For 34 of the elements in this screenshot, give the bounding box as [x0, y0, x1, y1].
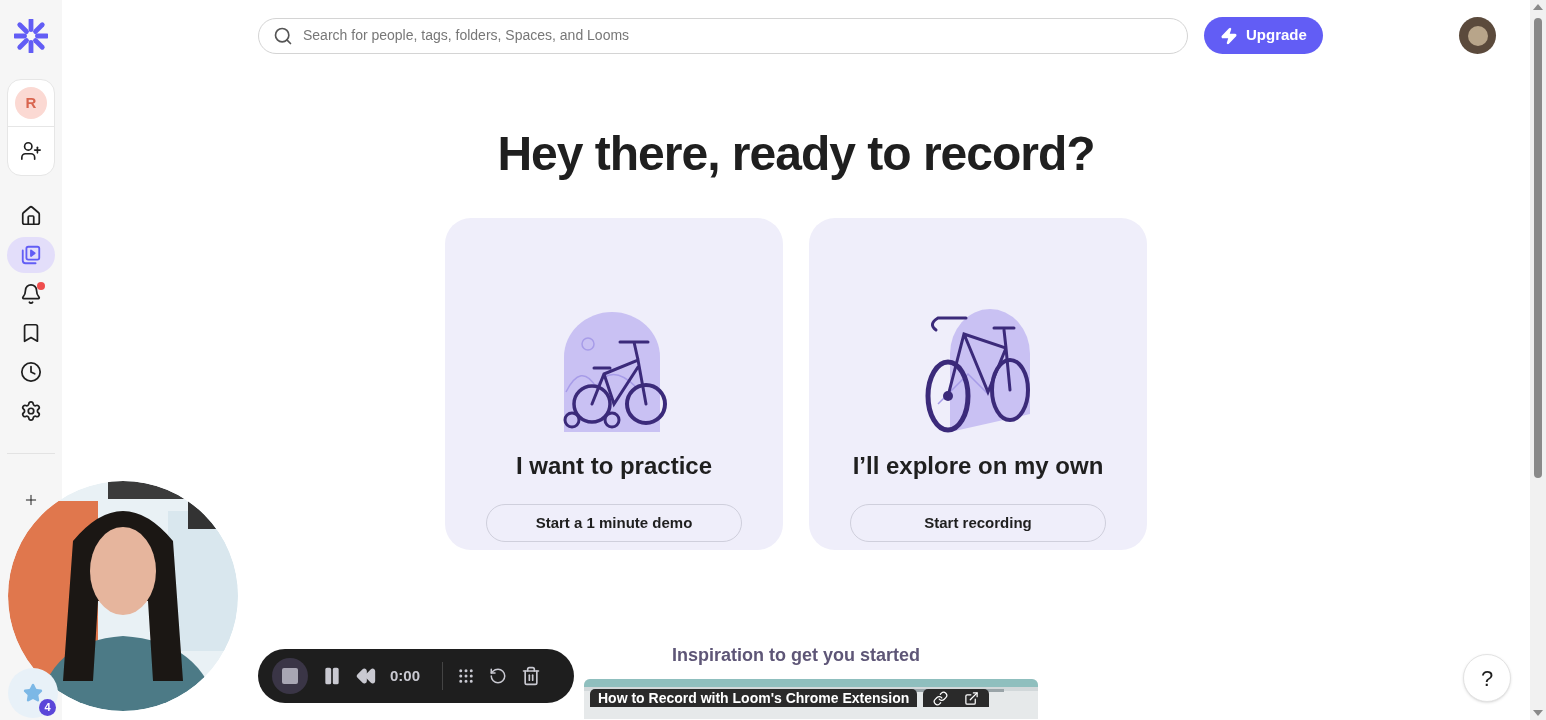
external-link-icon[interactable] [964, 690, 980, 706]
logo-icon[interactable] [14, 19, 48, 53]
lightning-icon [1220, 26, 1238, 45]
restart-icon[interactable] [489, 667, 507, 685]
count-badge: 4 [39, 699, 56, 716]
rewind-icon[interactable] [356, 666, 376, 686]
add-icon[interactable] [23, 492, 39, 508]
option-card[interactable]: I’ll explore on my own Start recording [809, 218, 1147, 550]
card-title: I’ll explore on my own [852, 451, 1104, 481]
pause-icon[interactable] [322, 666, 342, 686]
home-icon [20, 205, 42, 227]
user-avatar[interactable] [1459, 17, 1496, 54]
card-title: I want to practice [515, 451, 712, 481]
scrollbar[interactable] [1530, 0, 1546, 720]
upgrade-button[interactable]: Upgrade [1204, 17, 1323, 54]
stop-icon [282, 668, 298, 684]
clock-icon [20, 361, 42, 383]
video-library-icon [20, 244, 42, 266]
settings-icon [20, 400, 42, 422]
grid-dots-icon[interactable] [457, 667, 475, 685]
bell-icon [20, 283, 42, 305]
delete-icon[interactable] [521, 666, 541, 686]
help-button[interactable]: ? [1463, 654, 1511, 702]
recording-time: 0:00 [390, 665, 422, 686]
section-title: Inspiration to get you started [672, 644, 920, 667]
stop-button[interactable] [272, 658, 308, 694]
page-heading: Hey there, ready to record? [497, 126, 1095, 182]
link-icon[interactable] [933, 690, 949, 706]
search-input[interactable]: Search for people, tags, folders, Spaces, and Looms [303, 25, 1173, 46]
add-people-icon [20, 140, 42, 162]
option-card[interactable]: I want to practice Start a 1 minute demo [445, 218, 783, 550]
search-icon [273, 25, 293, 46]
video-title: How to Record with Loom's Chrome Extension [590, 689, 918, 707]
star-icon [23, 683, 43, 703]
